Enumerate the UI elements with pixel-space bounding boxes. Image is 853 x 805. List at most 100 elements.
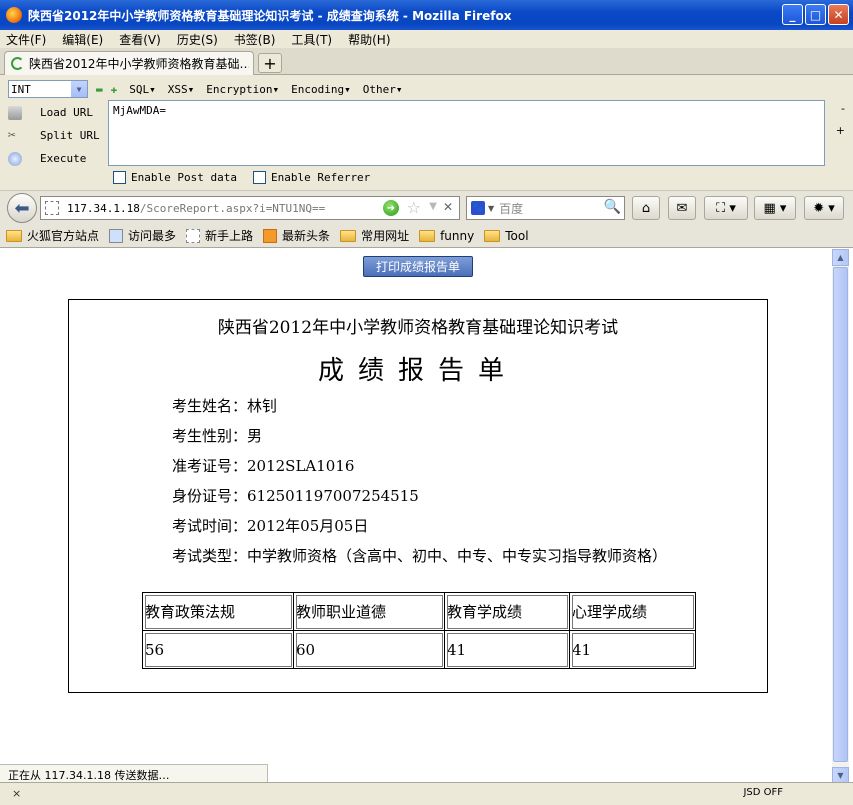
most-visited-icon xyxy=(109,228,124,243)
encryption-menu[interactable]: Encryption▾ xyxy=(206,83,279,96)
url-dropdown-icon[interactable]: ▼ xyxy=(429,201,437,212)
menu-edit[interactable]: 编辑(E) xyxy=(62,31,103,48)
grow-textarea-button[interactable]: + xyxy=(836,124,845,137)
menu-view[interactable]: 查看(V) xyxy=(119,31,161,48)
bookmark-tool[interactable]: Tool xyxy=(484,228,529,243)
menu-bookmarks[interactable]: 书签(B) xyxy=(234,31,276,48)
type-select-value: INT xyxy=(11,82,31,96)
go-icon[interactable]: ➜ xyxy=(383,200,399,216)
candidate-name: 考生姓名：林钊 xyxy=(172,397,278,415)
firebug-button[interactable]: ✹ ▾ xyxy=(804,196,844,220)
bookmark-label: Tool xyxy=(505,228,529,243)
bookmark-star-icon[interactable]: ☆ xyxy=(407,198,421,217)
load-url-icon xyxy=(8,105,22,120)
jsd-status[interactable]: JSD OFF xyxy=(743,787,783,798)
bookmark-funny[interactable]: funny xyxy=(419,229,474,243)
shrink-textarea-button[interactable]: - xyxy=(841,102,845,115)
rss-icon xyxy=(263,228,278,243)
page-content: 打印成绩报告单 陕西省2012年中小学教师资格教育基础理论知识考试 成绩报告单 … xyxy=(0,249,832,764)
bookmark-firefox-site[interactable]: 火狐官方站点 xyxy=(6,227,99,244)
table-row: 56 60 41 41 xyxy=(142,630,696,669)
close-window-button[interactable]: ✕ xyxy=(828,4,849,25)
hackbar-toolbar: INT ▼ ▬ ✚ SQL▾ XSS▾ Encryption▾ Encoding… xyxy=(8,79,402,99)
new-tab-button[interactable]: + xyxy=(258,53,282,73)
addons-icon: ▦ ▾ xyxy=(763,200,787,216)
site-identity-icon[interactable] xyxy=(45,201,59,215)
addons-button[interactable]: ▦ ▾ xyxy=(754,196,796,220)
screenshot-icon: ⛶ ▾ xyxy=(716,200,736,216)
bookmark-common-sites[interactable]: 常用网址 xyxy=(340,227,409,244)
score-education-policy: 56 xyxy=(142,630,294,669)
engine-dropdown-icon[interactable]: ▼ xyxy=(488,204,494,213)
firefox-logo-icon xyxy=(6,7,22,23)
folder-icon xyxy=(6,229,22,242)
increase-icon[interactable]: ✚ xyxy=(111,83,118,96)
hackbar-textarea[interactable]: MjAwMDA= xyxy=(108,100,825,166)
back-button[interactable]: ⬅ xyxy=(7,193,37,223)
loading-spinner-icon xyxy=(11,57,24,70)
enable-referrer-label: Enable Referrer xyxy=(270,171,371,184)
bookmark-getting-started[interactable]: 新手上路 xyxy=(186,227,253,244)
url-text: 117.34.1.18/ScoreReport.aspx?i=NTU1NQ== xyxy=(67,202,325,215)
navigation-toolbar: ⬅ 117.34.1.18/ScoreReport.aspx?i=NTU1NQ=… xyxy=(0,190,853,224)
back-arrow-icon: ⬅ xyxy=(14,197,30,219)
menu-history[interactable]: 历史(S) xyxy=(177,31,218,48)
other-menu[interactable]: Other▾ xyxy=(363,83,403,96)
report-subtitle: 成绩报告单 xyxy=(317,356,518,386)
bookmark-latest-headlines[interactable]: 最新头条 xyxy=(263,227,330,244)
enable-post-data-checkbox[interactable]: Enable Post data xyxy=(113,171,237,184)
decrease-icon[interactable]: ▬ xyxy=(96,83,103,96)
score-teacher-ethics: 60 xyxy=(293,630,445,669)
sql-menu[interactable]: SQL▾ xyxy=(129,83,156,96)
header-teacher-ethics: 教师职业道德 xyxy=(293,592,445,631)
menu-tools[interactable]: 工具(T) xyxy=(291,31,332,48)
stop-icon[interactable]: ✕ xyxy=(443,200,453,214)
tab-label: 陕西省2012年中小学教师资格教育基础… xyxy=(29,57,249,71)
minimize-button[interactable]: _ xyxy=(782,4,803,25)
exam-type: 考试类型：中学教师资格（含高中、初中、中专、中专实习指导教师资格） xyxy=(172,547,668,565)
home-icon: ⌂ xyxy=(641,200,651,216)
folder-icon xyxy=(419,229,436,242)
folder-icon xyxy=(340,229,357,242)
execute-button[interactable]: Execute xyxy=(8,147,103,170)
scroll-up-icon[interactable]: ▲ xyxy=(832,249,849,266)
window-controls: _ □ ✕ xyxy=(782,4,849,25)
vertical-scrollbar[interactable]: ▲ ▼ xyxy=(832,249,849,784)
maximize-button[interactable]: □ xyxy=(805,4,826,25)
url-bar[interactable]: 117.34.1.18/ScoreReport.aspx?i=NTU1NQ== … xyxy=(40,196,460,220)
play-icon xyxy=(8,151,22,166)
menu-file[interactable]: 文件(F) xyxy=(6,31,46,48)
home-button[interactable]: ⌂ xyxy=(632,196,660,220)
scissors-icon: ✂ xyxy=(8,127,16,143)
report-title: 陕西省2012年中小学教师资格教育基础理论知识考试 xyxy=(217,318,619,338)
addon-bar: × JSD OFF xyxy=(0,782,853,805)
baidu-engine-icon[interactable]: 🐾 xyxy=(471,201,485,215)
search-bar[interactable]: 🐾 ▼ 百度 🔍 xyxy=(466,196,625,220)
chevron-down-icon: ▼ xyxy=(71,81,87,97)
load-url-button[interactable]: Load URL xyxy=(8,101,103,124)
xss-menu[interactable]: XSS▾ xyxy=(168,83,195,96)
print-report-button[interactable]: 打印成绩报告单 xyxy=(363,256,473,277)
screenshot-button[interactable]: ⛶ ▾ xyxy=(704,196,748,220)
mail-button[interactable]: ✉ xyxy=(668,196,696,220)
bookmark-most-visited[interactable]: 访问最多 xyxy=(109,227,176,244)
type-select[interactable]: INT ▼ xyxy=(8,80,88,98)
load-url-label: Load URL xyxy=(40,106,93,119)
tab-score-report[interactable]: 陕西省2012年中小学教师资格教育基础… xyxy=(4,51,254,75)
url-host: 117.34.1.18 xyxy=(67,201,140,215)
bookmark-label: 火狐官方站点 xyxy=(27,229,100,243)
split-url-button[interactable]: ✂ Split URL xyxy=(8,124,103,147)
window-title-bar: 陕西省2012年中小学教师资格教育基础理论知识考试 - 成绩查询系统 - Moz… xyxy=(0,0,853,30)
enable-referrer-checkbox[interactable]: Enable Referrer xyxy=(252,171,371,184)
scroll-thumb[interactable] xyxy=(833,267,848,762)
encoding-menu[interactable]: Encoding▾ xyxy=(291,83,351,96)
search-placeholder: 百度 xyxy=(499,201,524,216)
menu-help[interactable]: 帮助(H) xyxy=(348,31,390,48)
hackbar-options: Enable Post data Enable Referrer xyxy=(113,171,370,184)
folder-icon xyxy=(484,229,501,242)
close-addon-bar-icon[interactable]: × xyxy=(12,787,21,800)
status-text: 正在从 117.34.1.18 传送数据… xyxy=(0,764,268,782)
url-path: /ScoreReport.aspx?i=NTU1NQ== xyxy=(139,201,326,215)
search-icon[interactable]: 🔍 xyxy=(604,199,621,215)
menu-bar: 文件(F) 编辑(E) 查看(V) 历史(S) 书签(B) 工具(T) 帮助(H… xyxy=(0,30,853,48)
